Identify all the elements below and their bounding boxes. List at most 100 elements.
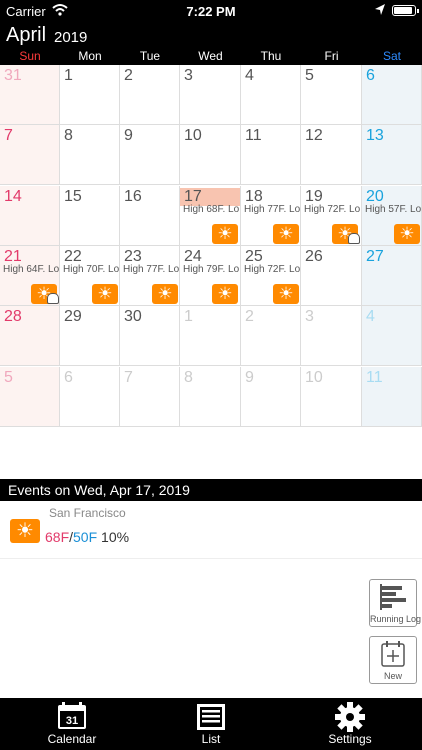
weekday-wed: Wed [198, 49, 223, 63]
day-cell[interactable]: 31 [0, 65, 60, 125]
day-cell[interactable]: 19 High 72F. Lo ☀ [301, 186, 362, 246]
day-number: 26 [305, 248, 323, 265]
day-cell[interactable]: 11 [241, 125, 301, 185]
running-log-button[interactable]: Running Log [369, 579, 422, 627]
day-number: 7 [124, 369, 133, 386]
day-cell[interactable]: 13 [362, 125, 422, 185]
month-header: April 2019 [0, 22, 422, 48]
tab-settings[interactable]: Settings [300, 698, 400, 750]
day-cell[interactable]: 9 [241, 367, 301, 427]
day-number: 10 [305, 369, 323, 386]
weekday-sun: Sun [19, 49, 41, 63]
events-header: Events on Wed, Apr 17, 2019 [0, 479, 422, 501]
tab-list-label: List [201, 732, 221, 746]
day-cell[interactable]: 25 High 72F. Lo ☀ [241, 246, 301, 306]
day-cell[interactable]: 6 [362, 65, 422, 125]
day-cell[interactable]: 20 High 57F. Lo ☀ [362, 186, 422, 246]
day-cell[interactable]: 3 [180, 65, 241, 125]
new-event-button[interactable]: New [369, 636, 417, 684]
sun-icon: ☀ [212, 284, 238, 304]
forecast-text: High 64F. Lo [3, 264, 60, 275]
location-arrow-icon [375, 4, 385, 15]
day-number: 27 [366, 248, 384, 265]
running-log-icon [380, 584, 406, 610]
tab-bar: 31 Calendar List Settings [0, 698, 422, 750]
day-number: 28 [4, 308, 22, 325]
day-cell[interactable]: 9 [120, 125, 180, 185]
day-cell[interactable]: 28 [0, 306, 60, 366]
day-cell[interactable]: 21 High 64F. Lo ☀ [0, 246, 60, 306]
day-cell[interactable]: 12 [301, 125, 362, 185]
day-number: 11 [245, 127, 262, 144]
day-cell[interactable]: 8 [180, 367, 241, 427]
day-cell[interactable]: 8 [60, 125, 120, 185]
day-number: 8 [64, 127, 73, 144]
month-title[interactable]: April [6, 24, 46, 47]
day-cell[interactable]: 24 High 79F. Lo ☀ [180, 246, 241, 306]
weekday-fri: Fri [324, 49, 339, 63]
running-log-label: Running Log [370, 614, 422, 624]
day-cell[interactable]: 3 [301, 306, 362, 366]
day-number: 9 [124, 127, 133, 144]
forecast-text: High 70F. Lo [63, 264, 120, 275]
day-cell[interactable]: 10 [180, 125, 241, 185]
day-number: 3 [305, 308, 314, 325]
day-cell[interactable]: 30 [120, 306, 180, 366]
day-cell[interactable]: 29 [60, 306, 120, 366]
day-cell[interactable]: 16 [120, 186, 180, 246]
day-cell[interactable]: 5 [0, 367, 60, 427]
status-bar: Carrier 7:22 PM [0, 0, 422, 22]
day-number: 14 [4, 188, 22, 205]
day-number: 31 [4, 67, 22, 84]
day-cell[interactable]: 22 High 70F. Lo ☀ [60, 246, 120, 306]
day-number: 3 [184, 67, 193, 84]
day-number: 6 [366, 67, 375, 84]
day-number: 5 [305, 67, 314, 84]
day-cell[interactable]: 14 [0, 186, 60, 246]
day-cell[interactable]: 23 High 77F. Lo ☀ [120, 246, 180, 306]
day-cell[interactable]: 1 [60, 65, 120, 125]
day-cell[interactable]: 6 [60, 367, 120, 427]
sun-icon: ☀ [394, 224, 420, 244]
day-number: 11 [366, 369, 383, 386]
tab-settings-label: Settings [328, 732, 372, 746]
day-cell[interactable]: 4 [362, 306, 422, 366]
day-number: 10 [184, 127, 202, 144]
weekday-thu: Thu [260, 49, 282, 63]
forecast-text: High 77F. Lo [244, 204, 301, 215]
day-cell[interactable]: 1 [180, 306, 241, 366]
tab-calendar[interactable]: 31 Calendar [22, 698, 122, 750]
weekday-header: Sun Mon Tue Wed Thu Fri Sat [0, 48, 422, 65]
sun-icon: ☀ [152, 284, 178, 304]
day-cell[interactable]: 5 [301, 65, 362, 125]
new-label: New [383, 671, 402, 681]
day-cell[interactable]: 11 [362, 367, 422, 427]
day-cell[interactable]: 2 [120, 65, 180, 125]
day-cell[interactable]: 18 High 77F. Lo ☀ [241, 186, 301, 246]
event-item[interactable]: ☀ San Francisco 68F/50F 10% [0, 501, 422, 559]
tab-list[interactable]: List [161, 698, 261, 750]
svg-text:31: 31 [66, 715, 78, 727]
day-number: 30 [124, 308, 142, 325]
clock: 7:22 PM [186, 4, 236, 19]
day-cell[interactable]: 7 [120, 367, 180, 427]
day-number: 29 [64, 308, 82, 325]
day-number: 8 [184, 369, 193, 386]
day-cell[interactable]: 4 [241, 65, 301, 125]
day-number: 4 [366, 308, 375, 325]
day-cell[interactable]: 10 [301, 367, 362, 427]
day-number: 9 [245, 369, 254, 386]
day-cell[interactable]: 26 [301, 246, 362, 306]
day-number: 5 [4, 369, 13, 386]
day-cell[interactable]: 27 [362, 246, 422, 306]
day-cell[interactable]: 2 [241, 306, 301, 366]
day-number: 6 [64, 369, 73, 386]
year-label: 2019 [54, 29, 88, 46]
calendar-icon: 31 [58, 702, 86, 729]
day-cell[interactable]: 17 High 68F. Lo ☀ [180, 186, 241, 246]
day-cell[interactable]: 15 [60, 186, 120, 246]
cloud-icon [47, 293, 59, 304]
day-cell[interactable]: 7 [0, 125, 60, 185]
tab-calendar-label: Calendar [47, 732, 97, 746]
day-number: 1 [184, 308, 193, 325]
